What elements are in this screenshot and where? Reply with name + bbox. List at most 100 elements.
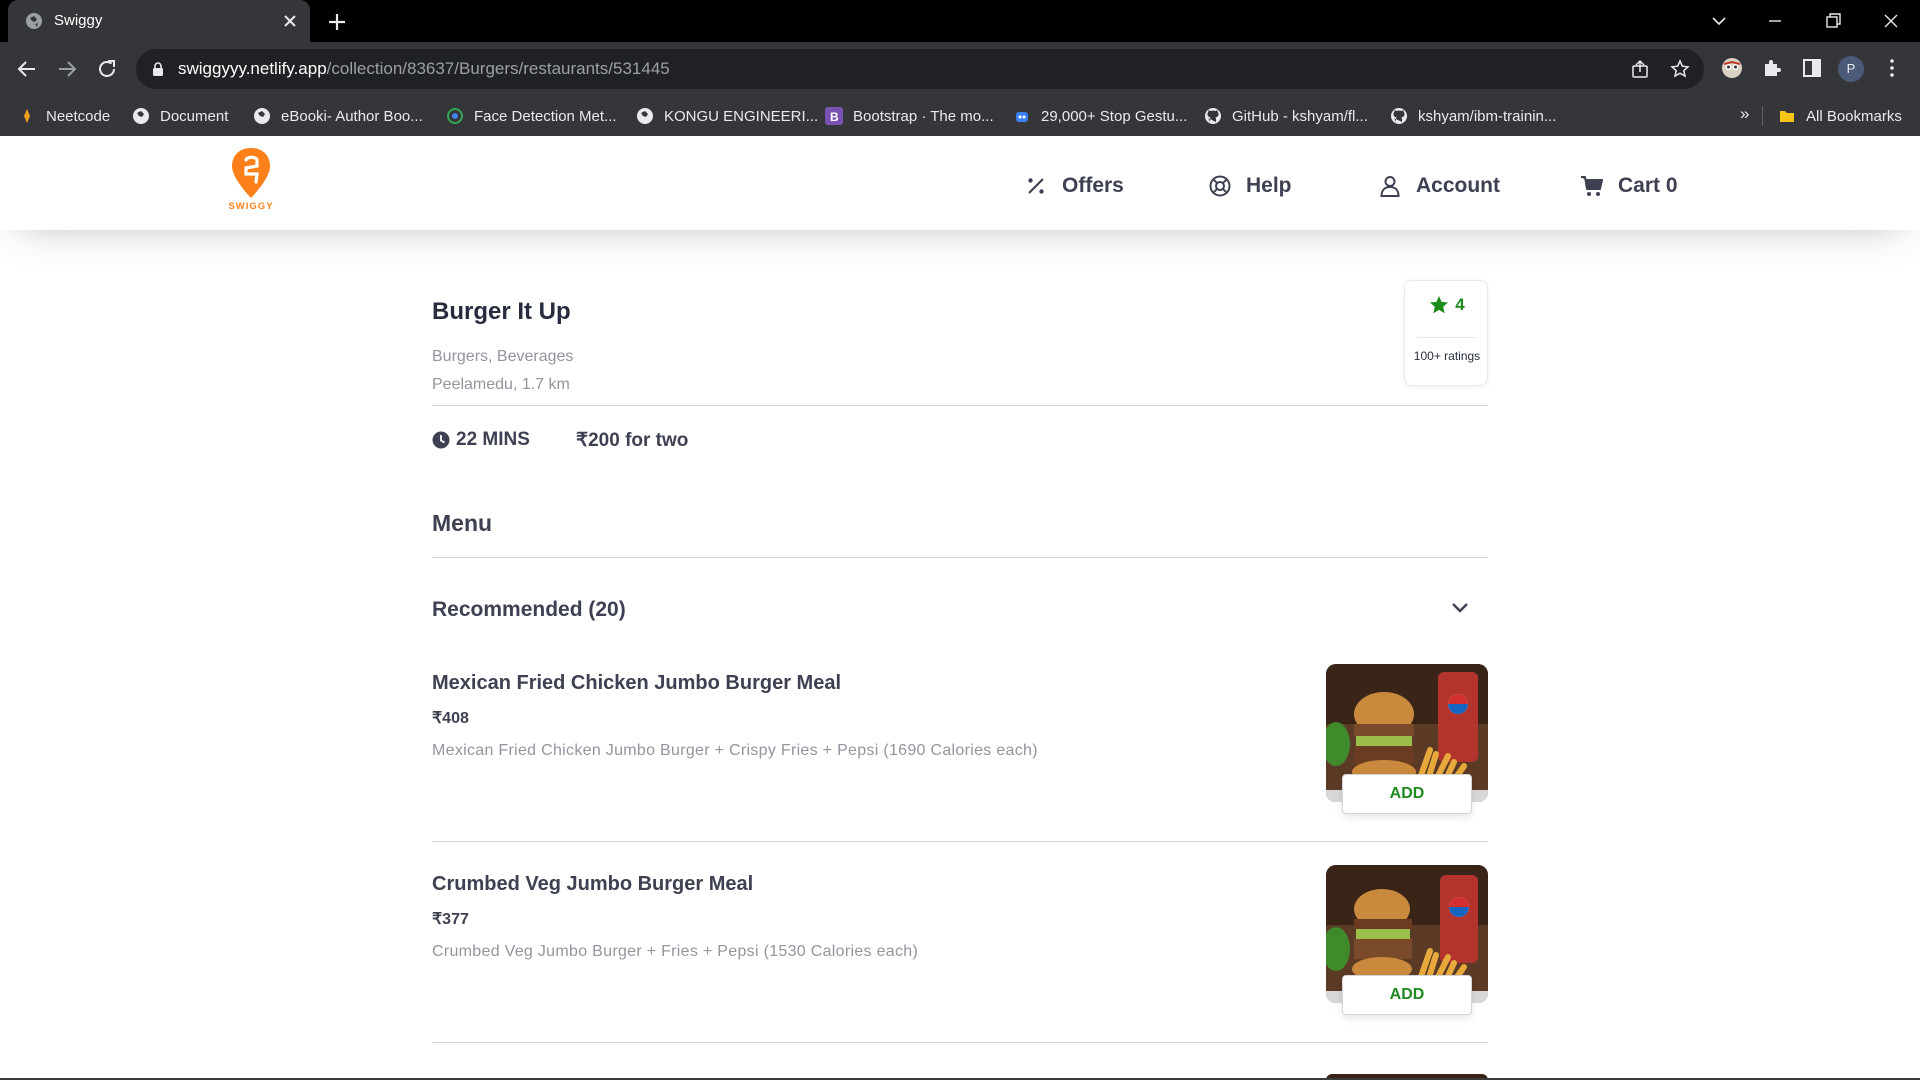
section-title[interactable]: Recommended (20) [432,598,626,622]
bookmark-item[interactable]: Document [132,104,228,128]
svg-text:B: B [830,110,839,124]
delivery-time: 22 MINS [432,428,530,452]
discount-icon [1028,178,1044,194]
bookmark-label: Bootstrap · The mo... [853,107,994,125]
url-path: /collection/83637/Burgers/restaurants/53… [326,59,670,78]
github-icon [1205,108,1221,124]
nav-account-label: Account [1416,174,1500,197]
bookmark-label: Neetcode [46,107,111,125]
side-panel-icon[interactable] [1800,56,1824,80]
window-close-icon[interactable] [1878,8,1904,34]
swiggy-logo[interactable]: SWIGGY [224,146,278,212]
bookmark-label: GitHub - kshyam/fl... [1232,107,1368,125]
address-bar[interactable]: swiggyyy.netlify.app/collection/83637/Bu… [136,49,1704,89]
cost-for-two-text: ₹200 for two [576,429,689,451]
face-detection-icon [447,108,463,124]
restaurant-cuisines: Burgers, Beverages [432,348,574,365]
back-icon[interactable] [14,56,40,82]
rating-count: 100+ ratings [1413,349,1481,363]
globe-icon [26,13,42,29]
cart-icon [1581,176,1603,196]
github-icon [1391,108,1407,124]
bookmark-item[interactable]: Neetcode [18,104,110,128]
nav-help-label: Help [1246,174,1292,197]
extension-owl-icon[interactable] [1720,56,1744,80]
lifebuoy-icon [1209,175,1231,197]
browser-tab-strip: Swiggy [0,0,1920,42]
nav-offers[interactable]: Offers [1024,172,1124,200]
url-host: swiggyyy.netlify.app [178,59,327,78]
forward-icon[interactable] [54,56,80,82]
new-tab-icon[interactable] [324,9,350,35]
profile-avatar[interactable]: P [1838,56,1864,82]
browser-tab[interactable]: Swiggy [8,0,310,42]
star-icon [1430,296,1449,314]
nav-help[interactable]: Help [1208,172,1292,200]
bookmark-label: kshyam/ibm-trainin... [1418,107,1557,125]
rating-box[interactable]: 4 100+ ratings [1404,280,1488,386]
item-description: Crumbed Veg Jumbo Burger + Fries + Pepsi… [432,943,919,960]
more-bookmarks-button[interactable]: » [1740,104,1749,124]
bookmark-item[interactable]: 29,000+ Stop Gestu... [1013,104,1187,128]
item-divider [432,1042,1488,1043]
nav-cart[interactable]: Cart 0 [1580,172,1678,200]
more-menu-icon[interactable] [1880,56,1904,80]
rating-value: 4 [1455,295,1465,314]
item-name: Crumbed Veg Jumbo Burger Meal [432,873,754,895]
item-description: Mexican Fried Chicken Jumbo Burger + Cri… [432,742,1038,759]
tab-title: Swiggy [54,12,103,29]
bookmark-label: 29,000+ Stop Gestu... [1041,107,1188,125]
bookmark-label: eBooki- Author Boo... [281,107,423,125]
close-tab-icon[interactable] [280,11,300,31]
chevron-down-icon[interactable] [1448,596,1472,620]
robot-icon [1016,112,1028,122]
globe-icon [254,108,270,124]
globe-icon [133,108,149,124]
info-divider [432,405,1488,406]
menu-heading: Menu [432,510,493,536]
extensions-puzzle-icon[interactable] [1760,56,1784,80]
bookmarks-bar: Neetcode Document eBooki- Author Boo... … [0,96,1920,136]
site-header: SWIGGY Offers Help Account Cart 0 [0,136,1920,230]
globe-icon [637,108,653,124]
item-price: ₹408 [432,710,469,727]
browser-toolbar: swiggyyy.netlify.app/collection/83637/Bu… [0,42,1920,96]
bookmark-item[interactable]: B Bootstrap · The mo... [825,104,994,128]
share-icon[interactable] [1630,59,1650,79]
cost-for-two: ₹200 for two [576,428,688,452]
url-text[interactable]: swiggyyy.netlify.app/collection/83637/Bu… [178,59,670,79]
item-name: Mexican Fried Chicken Jumbo Burger Meal [432,672,841,694]
bookmark-item[interactable]: kshyam/ibm-trainin... [1390,104,1556,128]
nav-account[interactable]: Account [1378,172,1500,200]
bookmark-star-icon[interactable] [1670,59,1690,79]
menu-item: Crumbed Veg Jumbo Burger Meal ₹377 Crumb… [432,865,1488,1073]
page-viewport: SWIGGY Offers Help Account Cart 0 Burger… [0,136,1920,1080]
menu-item: Mexican Fried Chicken Jumbo Burger Meal … [432,664,1488,872]
logo-text: SWIGGY [228,201,273,212]
clock-icon [432,431,450,449]
all-bookmarks-label: All Bookmarks [1806,107,1902,125]
bookmark-item[interactable]: KONGU ENGINEERI... [636,104,818,128]
menu-divider [432,557,1488,558]
lock-icon[interactable] [150,61,166,77]
restaurant-name: Burger It Up [432,298,571,325]
all-bookmarks-button[interactable]: All Bookmarks [1778,104,1902,128]
bookmark-item[interactable]: Face Detection Met... [446,104,617,128]
minimize-icon[interactable] [1762,8,1788,34]
rating-value-row: 4 [1405,295,1489,315]
delivery-time-text: 22 MINS [456,429,530,450]
add-button[interactable]: ADD [1342,975,1472,1015]
bookmark-item[interactable]: eBooki- Author Boo... [253,104,423,128]
item-divider [432,841,1488,842]
add-button[interactable]: ADD [1342,774,1472,814]
reload-icon[interactable] [94,56,120,82]
neetcode-icon [24,109,30,123]
bootstrap-icon: B [825,107,843,125]
folder-icon [1780,111,1794,122]
bookmark-label: KONGU ENGINEERI... [664,107,819,125]
bookmark-item[interactable]: GitHub - kshyam/fl... [1204,104,1368,128]
user-icon [1380,176,1400,197]
restore-icon[interactable] [1820,8,1846,34]
bookmarks-divider [1762,106,1763,126]
tab-search-icon[interactable] [1706,8,1732,34]
